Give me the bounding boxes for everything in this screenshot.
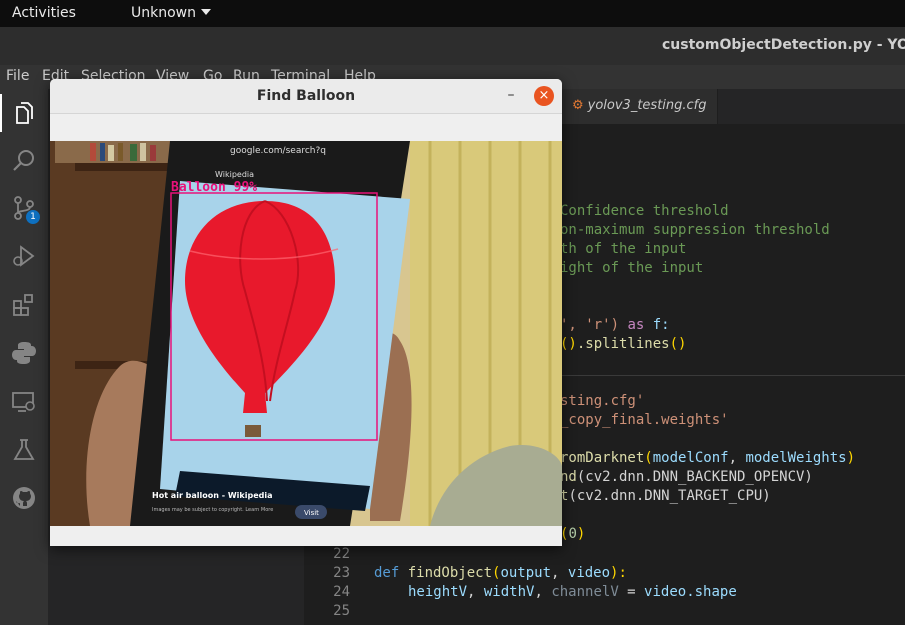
- code-token: modelConf: [652, 450, 729, 466]
- github-icon[interactable]: [11, 485, 37, 511]
- code-string-cfg: sting.cfg': [560, 393, 645, 409]
- code-comment-confidence: Confidence threshold: [560, 203, 729, 219]
- activities-button[interactable]: Activities: [12, 5, 76, 21]
- code-token: video: [644, 584, 687, 600]
- source-control-badge: 1: [26, 210, 40, 224]
- camera-feed: google.com/search?q Wikipedia Hot air ba…: [50, 141, 562, 526]
- testing-icon[interactable]: [11, 437, 37, 463]
- gnome-top-bar: Activities Unknown: [0, 0, 905, 27]
- line-number: 24: [333, 584, 350, 600]
- code-token: ,: [534, 584, 552, 600]
- code-token: widthV: [483, 584, 535, 600]
- code-line-target: t(cv2.dnn.DNN_TARGET_CPU): [560, 488, 771, 504]
- code-comment-width: th of the input: [560, 241, 687, 257]
- line-number: 23: [333, 565, 350, 581]
- run-debug-icon[interactable]: [11, 243, 37, 269]
- code-string-weights: _copy_final.weights': [560, 412, 729, 428]
- code-token: nd: [560, 469, 577, 485]
- phone-caption-text: Hot air balloon - Wikipedia: [152, 491, 273, 500]
- code-token: (: [644, 450, 653, 466]
- code-token: .splitlines: [576, 336, 670, 352]
- code-token: =: [618, 584, 645, 600]
- find-balloon-window: Find Balloon – × google.com/search?q Wik…: [50, 79, 562, 546]
- code-token: (cv2.dnn.DNN_BACKEND_OPENCV): [576, 469, 813, 485]
- vscode-title-bar: customObjectDetection.py - YOLO: [0, 27, 905, 65]
- phone-url-text: google.com/search?q: [230, 146, 326, 156]
- remote-explorer-icon[interactable]: [11, 389, 37, 415]
- code-token: ):: [610, 565, 627, 581]
- code-line-def: def findObject(output, video):: [374, 565, 627, 581]
- code-token: (): [669, 336, 687, 352]
- code-token: def: [374, 565, 408, 581]
- code-token: .shape: [686, 584, 737, 600]
- activity-bar: 1: [0, 89, 48, 625]
- code-token: f:: [652, 317, 670, 333]
- code-token: findObject: [407, 565, 493, 581]
- code-token: ', 'r'): [560, 317, 620, 333]
- code-token: output: [500, 565, 552, 581]
- extensions-icon[interactable]: [11, 292, 37, 318]
- code-token: (): [560, 336, 577, 352]
- code-comment-nms: on-maximum suppression threshold: [560, 222, 830, 238]
- code-token: modelWeights: [745, 450, 847, 466]
- code-token: ): [576, 526, 586, 542]
- code-token: channelV: [551, 584, 619, 600]
- code-token: ,: [467, 584, 484, 600]
- phone-subcaption-text: Images may be subject to copyright. Lear…: [152, 507, 273, 513]
- minimize-button[interactable]: –: [504, 87, 518, 103]
- search-icon[interactable]: [11, 147, 37, 173]
- code-token: ): [846, 450, 856, 466]
- window-titlebar[interactable]: Find Balloon – ×: [50, 79, 562, 114]
- code-token: (cv2.dnn.DNN_TARGET_CPU): [568, 488, 771, 504]
- camera-frame-image: google.com/search?q Wikipedia Hot air ba…: [50, 141, 562, 526]
- explorer-icon[interactable]: [0, 94, 37, 132]
- code-line-shape: heightV, widthV, channelV = video.shape: [408, 584, 737, 600]
- chevron-down-icon: [201, 9, 211, 15]
- app-menu-button[interactable]: Unknown: [131, 5, 211, 21]
- phone-site-text: Wikipedia: [215, 170, 254, 179]
- line-number: 25: [333, 603, 350, 619]
- menu-file[interactable]: File: [6, 68, 29, 84]
- code-line-capture: (0): [560, 526, 585, 542]
- code-token: romDarknet: [560, 450, 645, 466]
- python-icon[interactable]: [11, 340, 37, 366]
- close-button[interactable]: ×: [534, 86, 554, 106]
- code-token: video: [567, 565, 611, 581]
- code-token: ,: [728, 450, 746, 466]
- code-line-readnet: romDarknet(modelConf, modelWeights): [560, 450, 855, 466]
- code-line-splitlines: ().splitlines(): [560, 336, 686, 352]
- window-title: Find Balloon: [256, 88, 356, 104]
- code-comment-height: ight of the input: [560, 260, 704, 276]
- line-number: 22: [333, 546, 350, 562]
- window-title: customObjectDetection.py - YOLO: [662, 37, 905, 53]
- code-token: ,: [551, 565, 568, 581]
- app-menu-label: Unknown: [131, 5, 196, 21]
- code-token: heightV: [408, 584, 468, 600]
- code-token: as: [619, 317, 653, 333]
- code-token: 0: [568, 526, 577, 542]
- detection-label: Balloon 99%: [171, 180, 258, 195]
- phone-visit-text: Visit: [304, 509, 319, 517]
- code-line-open: ', 'r') as f:: [560, 317, 670, 333]
- code-line-backend: nd(cv2.dnn.DNN_BACKEND_OPENCV): [560, 469, 813, 485]
